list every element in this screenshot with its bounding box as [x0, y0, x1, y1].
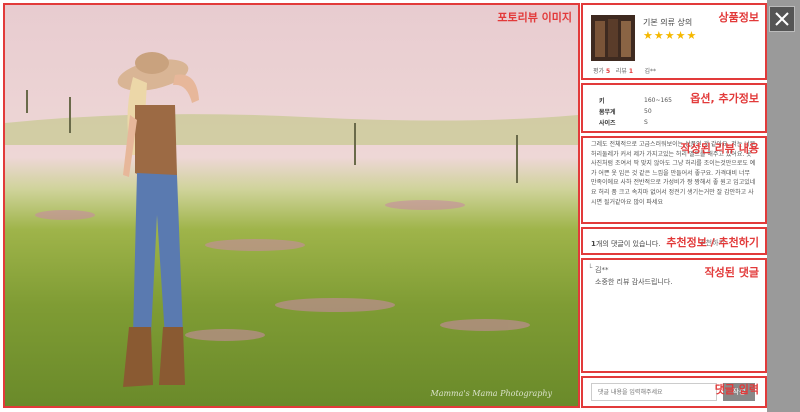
comment-count-text: 개의 댓글이 있습니다. [595, 240, 661, 248]
option-row: 키 160~165 [599, 95, 672, 106]
option-value: 160~165 [644, 97, 672, 104]
option-value: S [644, 119, 648, 126]
photo-panel-label: 포토리뷰 이미지 [497, 11, 572, 24]
review-modal: 포토리뷰 이미지 Mamma's Mama Photography 기본 의류 … [0, 0, 767, 412]
options-panel: 키 160~165 몸무게 50 사이즈 S 옵션, 추가정보 [581, 83, 767, 133]
comment-input[interactable] [591, 383, 717, 401]
comment-input-panel: 작성 댓글 입력 [581, 376, 767, 408]
review-author: 김** [644, 68, 657, 75]
star-rating-icon: ★★★★★ [643, 29, 698, 42]
options-table: 키 160~165 몸무게 50 사이즈 S [599, 95, 672, 128]
comments-label: 작성된 댓글 [704, 266, 759, 279]
reply-icon: └ [588, 264, 593, 272]
recommend-panel: 1개의 댓글이 있습니다. 추천하기 추천정보 / 추천하기 [581, 227, 767, 255]
photo-watermark: Mamma's Mama Photography [430, 389, 553, 398]
close-icon [775, 12, 789, 26]
recommend-label: 추천정보 / 추천하기 [666, 236, 759, 249]
review-content-label: 작성된 리뷰 내용 [680, 142, 760, 155]
review-count-value: 1 [628, 68, 634, 75]
review-content-panel: 그레도 전체적으로 고급스러워보이는 상품인 것 같아요. 저는 너무 허리둘레… [581, 136, 767, 224]
close-button[interactable] [769, 6, 795, 32]
product-name[interactable]: 기본 의류 상의 [643, 17, 692, 28]
product-info-label: 상품정보 [718, 11, 759, 24]
product-info-panel: 기본 의류 상의 ★★★★★ 평가 5 리뷰 1 김** 상품정보 [581, 3, 767, 80]
review-photo-panel: 포토리뷰 이미지 Mamma's Mama Photography [3, 3, 580, 408]
comments-panel: └ 김** 소중한 리뷰 감사드립니다. 작성된 댓글 [581, 258, 767, 373]
comment-text: 소중한 리뷰 감사드립니다. [595, 278, 673, 286]
option-key: 사이즈 [599, 120, 616, 127]
option-value: 50 [644, 108, 652, 115]
option-row: 사이즈 S [599, 117, 672, 128]
product-thumbnail[interactable] [591, 15, 635, 61]
option-key: 키 [599, 98, 605, 105]
review-photo [5, 52, 578, 387]
comment-author: 김** [595, 266, 609, 274]
product-meta: 평가 5 리뷰 1 김** [593, 66, 656, 75]
review-count-label: 리뷰 [615, 68, 627, 75]
rating-value: 5 [605, 68, 611, 75]
option-row: 몸무게 50 [599, 106, 672, 117]
rating-label: 평가 [593, 68, 605, 75]
comment-input-label: 댓글 입력 [714, 383, 759, 396]
comment-count: 1개의 댓글이 있습니다. [591, 239, 661, 249]
options-label: 옵션, 추가정보 [690, 92, 759, 105]
option-key: 몸무게 [599, 109, 616, 116]
